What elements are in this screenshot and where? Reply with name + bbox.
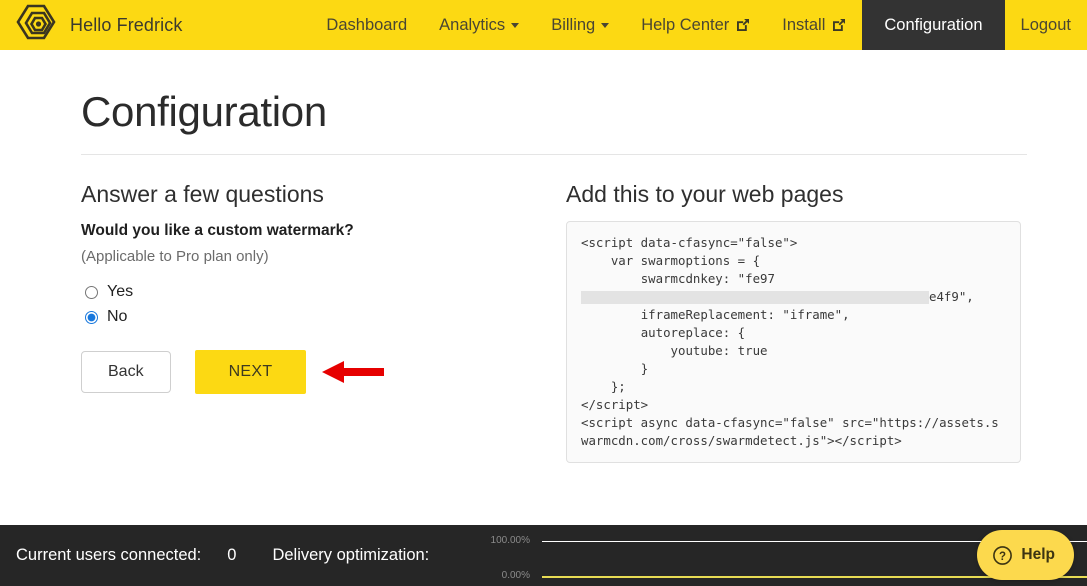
nav-item-billing[interactable]: Billing — [535, 0, 625, 50]
radio-row-no[interactable]: No — [81, 306, 566, 328]
svg-text:?: ? — [999, 551, 1006, 563]
snippet-heading: Add this to your web pages — [566, 181, 844, 207]
back-button[interactable]: Back — [81, 351, 171, 393]
questions-column: Answer a few questions Would you like a … — [81, 181, 566, 463]
form-button-row: Back NEXT — [81, 350, 566, 394]
help-widget-label: Help — [1021, 546, 1055, 563]
code-line-7: } — [581, 361, 649, 376]
code-line-3-prefix: swarmcdnkey: "fe97 — [581, 271, 775, 286]
left-arrow-annotation-icon — [322, 359, 385, 385]
code-line-3-suffix: e4f9", — [929, 289, 974, 304]
questions-heading: Answer a few questions — [81, 181, 324, 207]
nav-label-help-center: Help Center — [641, 15, 730, 34]
chevron-down-icon — [601, 22, 610, 28]
top-navbar: Hello Fredrick Dashboard Analytics Billi… — [0, 0, 1087, 50]
nav-item-analytics[interactable]: Analytics — [423, 0, 535, 50]
connected-users-value: 0 — [227, 546, 237, 564]
greeting-text: Hello Fredrick — [70, 14, 183, 35]
content-columns: Answer a few questions Would you like a … — [81, 181, 1027, 463]
embed-code-block[interactable]: <script data-cfasync="false"> var swarmo… — [566, 221, 1021, 463]
brand-home-link[interactable]: Hello Fredrick — [14, 2, 182, 48]
code-line-1: <script data-cfasync="false"> — [581, 235, 798, 250]
page-container: Configuration Answer a few questions Wou… — [0, 50, 1087, 463]
nav-item-dashboard[interactable]: Dashboard — [310, 0, 423, 50]
radio-watermark-no[interactable] — [85, 310, 98, 324]
nav-label-analytics: Analytics — [439, 15, 506, 34]
snippet-column: Add this to your web pages <script data-… — [566, 181, 1027, 463]
title-divider — [81, 154, 1027, 155]
status-bottom-bar: Current users connected: 0 Delivery opti… — [0, 525, 1087, 586]
code-line-2: var swarmoptions = { — [581, 253, 761, 268]
nav-item-help-center[interactable]: Help Center — [625, 0, 766, 50]
chart-tick-label-top: 100.00% — [490, 535, 530, 546]
code-line-8: }; — [581, 379, 626, 394]
external-link-icon — [736, 18, 750, 32]
nav-label-logout: Logout — [1020, 15, 1071, 34]
redacted-cdn-key — [581, 291, 929, 304]
radio-label-no[interactable]: No — [107, 308, 127, 326]
hexagon-nested-logo-icon — [14, 2, 60, 48]
nav-label-billing: Billing — [551, 15, 596, 34]
nav-item-logout[interactable]: Logout — [1005, 0, 1087, 50]
watermark-question-label: Would you like a custom watermark? — [81, 222, 354, 239]
nav-label-configuration: Configuration — [884, 15, 983, 34]
delivery-optimization-label: Delivery optimization: — [272, 546, 430, 564]
nav-label-install: Install — [782, 15, 826, 34]
radio-label-yes[interactable]: Yes — [107, 283, 133, 301]
external-link-icon — [832, 18, 846, 32]
nav-links: Dashboard Analytics Billing Help Center … — [310, 0, 1087, 50]
nav-item-install[interactable]: Install — [766, 0, 862, 50]
code-line-4: iframeReplacement: "iframe", — [581, 307, 850, 322]
nav-label-dashboard: Dashboard — [326, 15, 408, 34]
page-title: Configuration — [81, 88, 327, 135]
radio-row-yes[interactable]: Yes — [81, 281, 566, 303]
connected-users-label: Current users connected: — [16, 546, 202, 564]
chevron-down-icon — [511, 22, 520, 28]
code-line-6: youtube: true — [581, 343, 768, 358]
code-line-5: autoreplace: { — [581, 325, 746, 340]
chart-tick-label-bottom: 0.00% — [501, 570, 530, 581]
code-line-10: <script async data-cfasync="false" src="… — [581, 415, 999, 448]
next-button[interactable]: NEXT — [194, 350, 307, 394]
radio-watermark-yes[interactable] — [85, 285, 98, 299]
nav-item-configuration[interactable]: Configuration — [862, 0, 1005, 50]
question-mark-circle-icon: ? — [992, 545, 1013, 566]
connected-users-stat: Current users connected: 0 Delivery opti… — [0, 546, 429, 565]
plan-applicability-note: (Applicable to Pro plan only) — [81, 248, 269, 265]
help-widget-button[interactable]: ? Help — [977, 530, 1074, 580]
code-line-9: </script> — [581, 397, 649, 412]
